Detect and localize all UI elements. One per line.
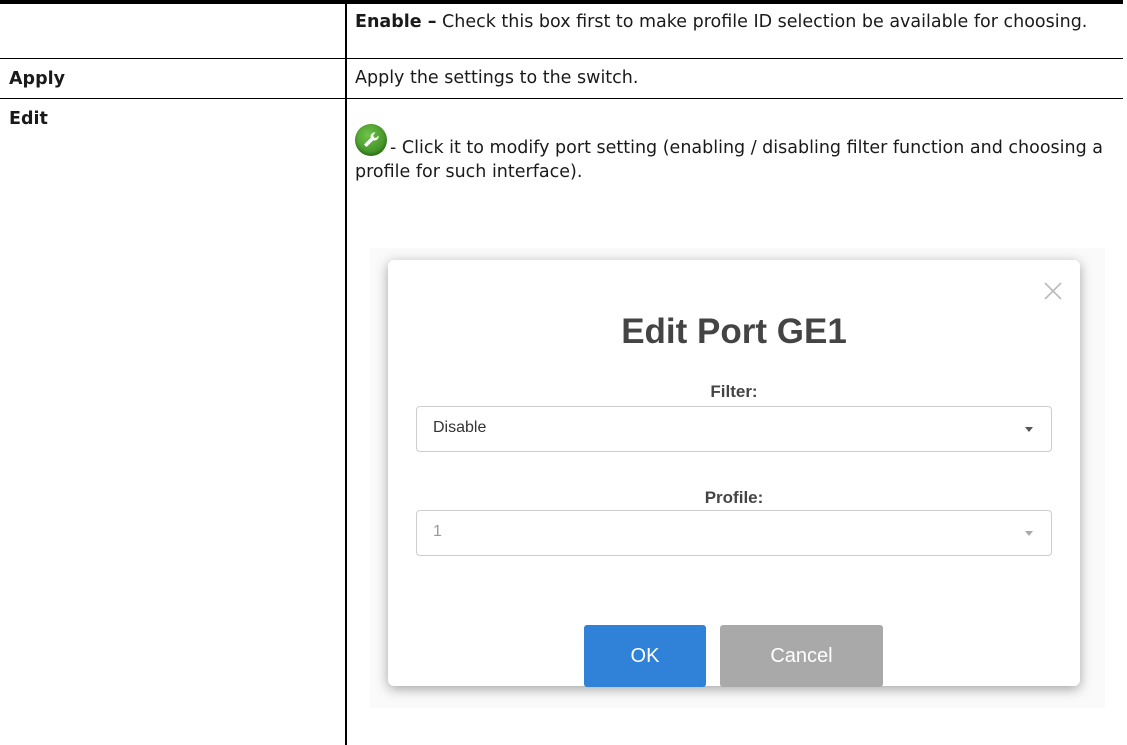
filter-value: Disable [433,419,487,436]
enable-description: Enable – Check this box first to make pr… [355,10,1115,34]
row-divider [0,98,1123,99]
edit-term: Edit [9,109,48,129]
edit-port-dialog: Edit Port GE1 Filter: Disable Profile: 1… [388,260,1080,687]
table-column-divider [345,4,347,745]
enable-term: Enable – [355,12,437,32]
chevron-down-icon [1025,531,1033,536]
cancel-button[interactable]: Cancel [720,625,883,687]
filter-label: Filter: [710,382,758,401]
apply-term: Apply [9,69,66,89]
apply-description: Apply the settings to the switch. [355,68,639,88]
enable-text: Check this box first to make profile ID … [436,12,1088,32]
edit-description: - Click it to modify port setting (enabl… [355,138,1103,182]
dialog-title: Edit Port GE1 [621,312,847,351]
table-top-border [0,0,1123,4]
close-icon[interactable] [1042,280,1064,302]
filter-select[interactable]: Disable [416,406,1052,452]
profile-select[interactable]: 1 [416,510,1052,556]
profile-label: Profile: [704,488,764,507]
profile-value: 1 [433,523,442,540]
chevron-down-icon [1025,427,1033,432]
ok-button[interactable]: OK [584,625,706,687]
row-divider [0,58,1123,59]
